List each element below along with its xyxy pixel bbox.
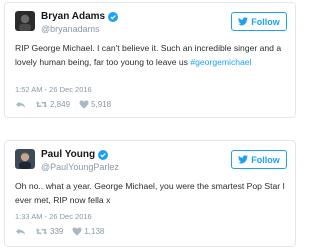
retweet-count: 2,849 <box>50 100 71 109</box>
retweet-icon <box>35 228 48 235</box>
follow-button[interactable]: Follow <box>231 12 287 31</box>
tweet-timestamp[interactable]: 1:52 AM - 26 Dec 2016 <box>15 85 92 94</box>
tweet-body: Oh no.. what a year. George Michael, you… <box>15 181 285 205</box>
heart-icon <box>79 100 89 109</box>
like-button[interactable]: 5,918 <box>79 100 111 109</box>
retweet-count: 339 <box>50 227 64 236</box>
verified-badge-icon <box>108 11 119 22</box>
author-handle[interactable]: @bryanadams <box>41 24 100 34</box>
retweet-button[interactable]: 339 <box>35 227 63 236</box>
avatar[interactable] <box>15 11 35 31</box>
like-count: 5,918 <box>91 100 112 109</box>
like-count: 1,138 <box>84 227 105 236</box>
follow-label: Follow <box>251 154 280 165</box>
reply-button[interactable] <box>15 227 26 236</box>
author-handle[interactable]: @PaulYoungParlez <box>41 162 119 172</box>
tweet-card: Bryan Adams @bryanadams Follow RIP Georg… <box>4 2 296 118</box>
tweet-timestamp[interactable]: 1:33 AM - 26 Dec 2016 <box>15 212 92 221</box>
reply-icon <box>16 228 25 235</box>
author-row: Bryan Adams <box>41 11 119 22</box>
like-button[interactable]: 1,138 <box>72 227 104 236</box>
verified-badge-icon <box>98 149 109 160</box>
avatar[interactable] <box>15 149 35 169</box>
retweet-button[interactable]: 2,849 <box>35 100 70 109</box>
avatar-image <box>15 149 35 169</box>
heart-icon <box>72 227 82 236</box>
tweet-actions: 339 1,138 <box>15 227 113 236</box>
reply-icon <box>16 101 25 108</box>
author-name[interactable]: Bryan Adams <box>41 11 105 22</box>
tweet-text: Oh no.. what a year. George Michael, you… <box>15 179 290 207</box>
twitter-bird-icon <box>238 17 249 26</box>
follow-label: Follow <box>251 16 280 27</box>
hashtag-link[interactable]: #georgemichael <box>190 57 251 67</box>
author-row: Paul Young <box>41 149 109 160</box>
avatar-image <box>15 11 35 31</box>
tweet-text: RIP George Michael. I can't believe it. … <box>15 41 290 69</box>
tweet-card: Paul Young @PaulYoungParlez Follow Oh no… <box>4 140 296 247</box>
retweet-icon <box>35 101 48 108</box>
follow-button[interactable]: Follow <box>231 150 287 169</box>
twitter-bird-icon <box>238 155 249 164</box>
tweet-actions: 2,849 5,918 <box>15 100 120 109</box>
reply-button[interactable] <box>15 100 26 109</box>
author-name[interactable]: Paul Young <box>41 149 95 160</box>
